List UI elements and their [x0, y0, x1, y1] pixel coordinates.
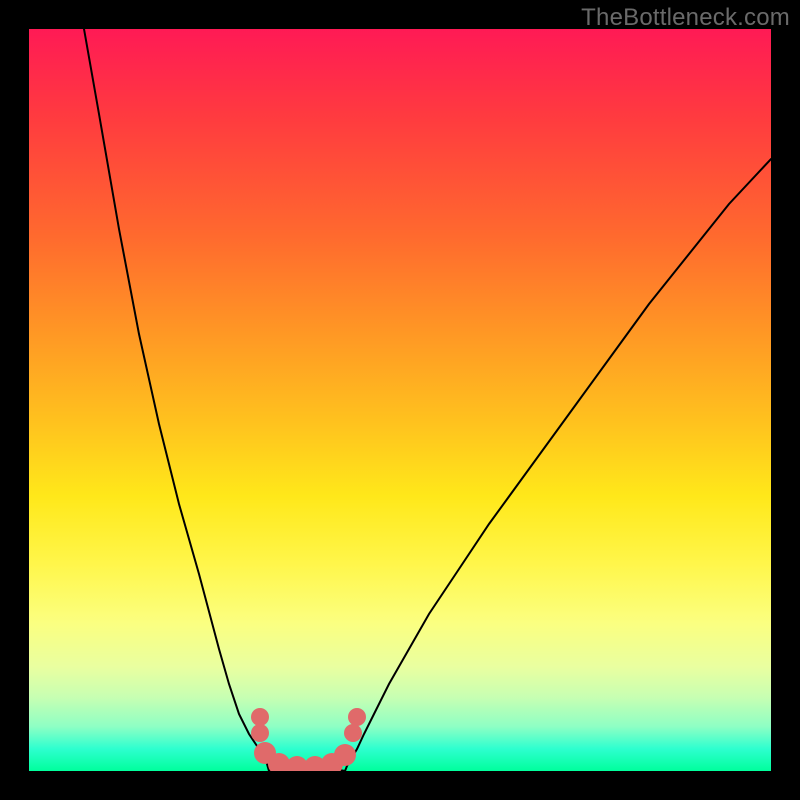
curve-left-curve: [84, 29, 269, 771]
marker-dot: [344, 724, 362, 742]
curves-group: [84, 29, 771, 771]
curve-right-curve: [345, 159, 771, 771]
curve-svg: [29, 29, 771, 771]
marker-dot: [348, 708, 366, 726]
marker-dot: [251, 724, 269, 742]
outer-frame: TheBottleneck.com: [0, 0, 800, 800]
marker-dot: [251, 708, 269, 726]
plot-area: [29, 29, 771, 771]
markers-group: [251, 708, 366, 771]
watermark-text: TheBottleneck.com: [581, 4, 790, 32]
marker-dot: [334, 744, 356, 766]
